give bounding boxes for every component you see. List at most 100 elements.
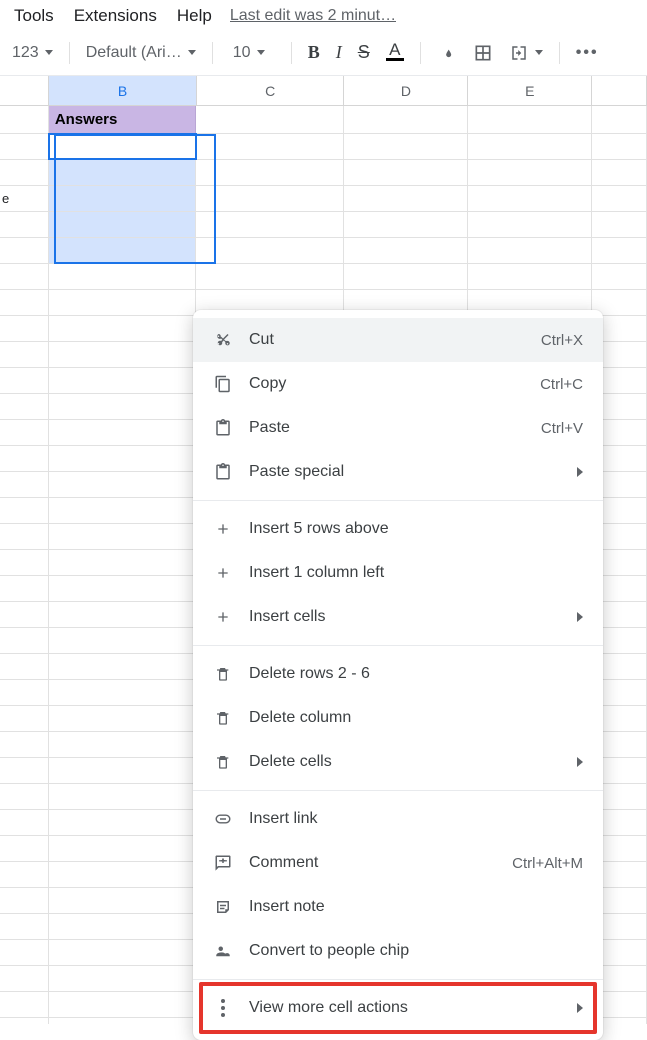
context-menu-insert-rows[interactable]: Insert 5 rows above xyxy=(193,507,603,551)
row-header[interactable] xyxy=(0,106,49,133)
cell[interactable] xyxy=(49,602,196,627)
row-header[interactable] xyxy=(0,212,49,237)
cell[interactable] xyxy=(49,160,196,185)
number-format-dropdown[interactable]: 123 xyxy=(6,38,59,68)
row-header[interactable] xyxy=(0,160,49,185)
cell[interactable] xyxy=(49,420,196,445)
cell[interactable] xyxy=(49,550,196,575)
row-header[interactable] xyxy=(0,862,49,887)
cell[interactable] xyxy=(344,238,468,263)
row-header[interactable] xyxy=(0,888,49,913)
cell[interactable] xyxy=(592,134,647,159)
menu-tools[interactable]: Tools xyxy=(4,2,64,30)
cell[interactable] xyxy=(592,186,647,211)
context-menu-delete-column[interactable]: Delete column xyxy=(193,696,603,740)
context-menu-insert-cells[interactable]: Insert cells xyxy=(193,595,603,639)
context-menu-cut[interactable]: Cut Ctrl+X xyxy=(193,318,603,362)
cell[interactable] xyxy=(49,316,196,341)
column-header-d[interactable]: D xyxy=(344,76,468,105)
last-edit-link[interactable]: Last edit was 2 minut… xyxy=(230,7,396,25)
row-header[interactable] xyxy=(0,810,49,835)
cell[interactable] xyxy=(592,160,647,185)
cell[interactable] xyxy=(196,238,343,263)
cell-b2-active[interactable] xyxy=(49,134,196,159)
cell[interactable] xyxy=(344,212,468,237)
font-family-dropdown[interactable]: Default (Ari… xyxy=(80,38,202,68)
cell[interactable] xyxy=(49,264,196,289)
menu-help[interactable]: Help xyxy=(167,2,222,30)
context-menu-people-chip[interactable]: Convert to people chip xyxy=(193,929,603,973)
context-menu-insert-note[interactable]: Insert note xyxy=(193,885,603,929)
cell[interactable] xyxy=(592,264,647,289)
cell[interactable] xyxy=(592,238,647,263)
cell[interactable] xyxy=(468,212,592,237)
cell[interactable] xyxy=(196,160,343,185)
row-header[interactable] xyxy=(0,264,49,289)
row-header[interactable] xyxy=(0,836,49,861)
borders-button[interactable] xyxy=(467,38,499,68)
cell[interactable] xyxy=(468,160,592,185)
row-header[interactable] xyxy=(0,576,49,601)
cell[interactable] xyxy=(49,446,196,471)
cell[interactable] xyxy=(49,212,196,237)
row-header[interactable] xyxy=(0,420,49,445)
cell[interactable] xyxy=(49,914,196,939)
context-menu-comment[interactable]: Comment Ctrl+Alt+M xyxy=(193,841,603,885)
row-header[interactable] xyxy=(0,602,49,627)
select-all-stub[interactable] xyxy=(0,76,49,105)
context-menu-paste-special[interactable]: Paste special xyxy=(193,450,603,494)
cell[interactable] xyxy=(49,238,196,263)
toolbar-overflow-button[interactable]: ••• xyxy=(570,38,605,68)
cell[interactable] xyxy=(344,264,468,289)
cell[interactable] xyxy=(344,186,468,211)
cell[interactable] xyxy=(49,940,196,965)
context-menu-view-more[interactable]: View more cell actions xyxy=(193,986,603,1030)
strikethrough-button[interactable]: S xyxy=(352,38,376,68)
row-header[interactable] xyxy=(0,524,49,549)
cell[interactable] xyxy=(196,264,343,289)
row-header[interactable] xyxy=(0,758,49,783)
row-header[interactable] xyxy=(0,628,49,653)
merge-cells-button[interactable] xyxy=(503,38,549,68)
cell[interactable] xyxy=(49,498,196,523)
row-header[interactable] xyxy=(0,654,49,679)
cell[interactable] xyxy=(468,106,592,133)
context-menu-paste[interactable]: Paste Ctrl+V xyxy=(193,406,603,450)
column-header-b[interactable]: B xyxy=(49,76,197,105)
context-menu-delete-rows[interactable]: Delete rows 2 - 6 xyxy=(193,652,603,696)
cell[interactable] xyxy=(468,134,592,159)
context-menu-insert-column[interactable]: Insert 1 column left xyxy=(193,551,603,595)
cell[interactable] xyxy=(49,758,196,783)
cell[interactable] xyxy=(49,1018,196,1024)
cell[interactable] xyxy=(592,212,647,237)
cell[interactable] xyxy=(49,628,196,653)
cell[interactable] xyxy=(49,680,196,705)
cell[interactable] xyxy=(49,290,196,315)
row-header[interactable] xyxy=(0,342,49,367)
row-header[interactable] xyxy=(0,992,49,1017)
cell[interactable] xyxy=(468,238,592,263)
cell[interactable] xyxy=(196,212,343,237)
cell-b1[interactable]: Answers xyxy=(49,106,196,133)
cell[interactable] xyxy=(344,106,468,133)
cell[interactable] xyxy=(49,706,196,731)
cell[interactable] xyxy=(49,342,196,367)
row-header[interactable] xyxy=(0,446,49,471)
row-header[interactable] xyxy=(0,732,49,757)
row-header[interactable] xyxy=(0,290,49,315)
cell[interactable] xyxy=(49,576,196,601)
row-header[interactable] xyxy=(0,472,49,497)
row-header[interactable] xyxy=(0,706,49,731)
cell[interactable] xyxy=(196,134,343,159)
cell[interactable] xyxy=(49,862,196,887)
cell[interactable] xyxy=(196,186,343,211)
cell[interactable] xyxy=(49,472,196,497)
row-header[interactable] xyxy=(0,914,49,939)
row-header[interactable] xyxy=(0,680,49,705)
cell[interactable] xyxy=(468,264,592,289)
row-header[interactable] xyxy=(0,550,49,575)
cell[interactable] xyxy=(49,784,196,809)
cell[interactable] xyxy=(49,966,196,991)
cell[interactable] xyxy=(49,836,196,861)
fill-color-button[interactable] xyxy=(431,38,463,68)
